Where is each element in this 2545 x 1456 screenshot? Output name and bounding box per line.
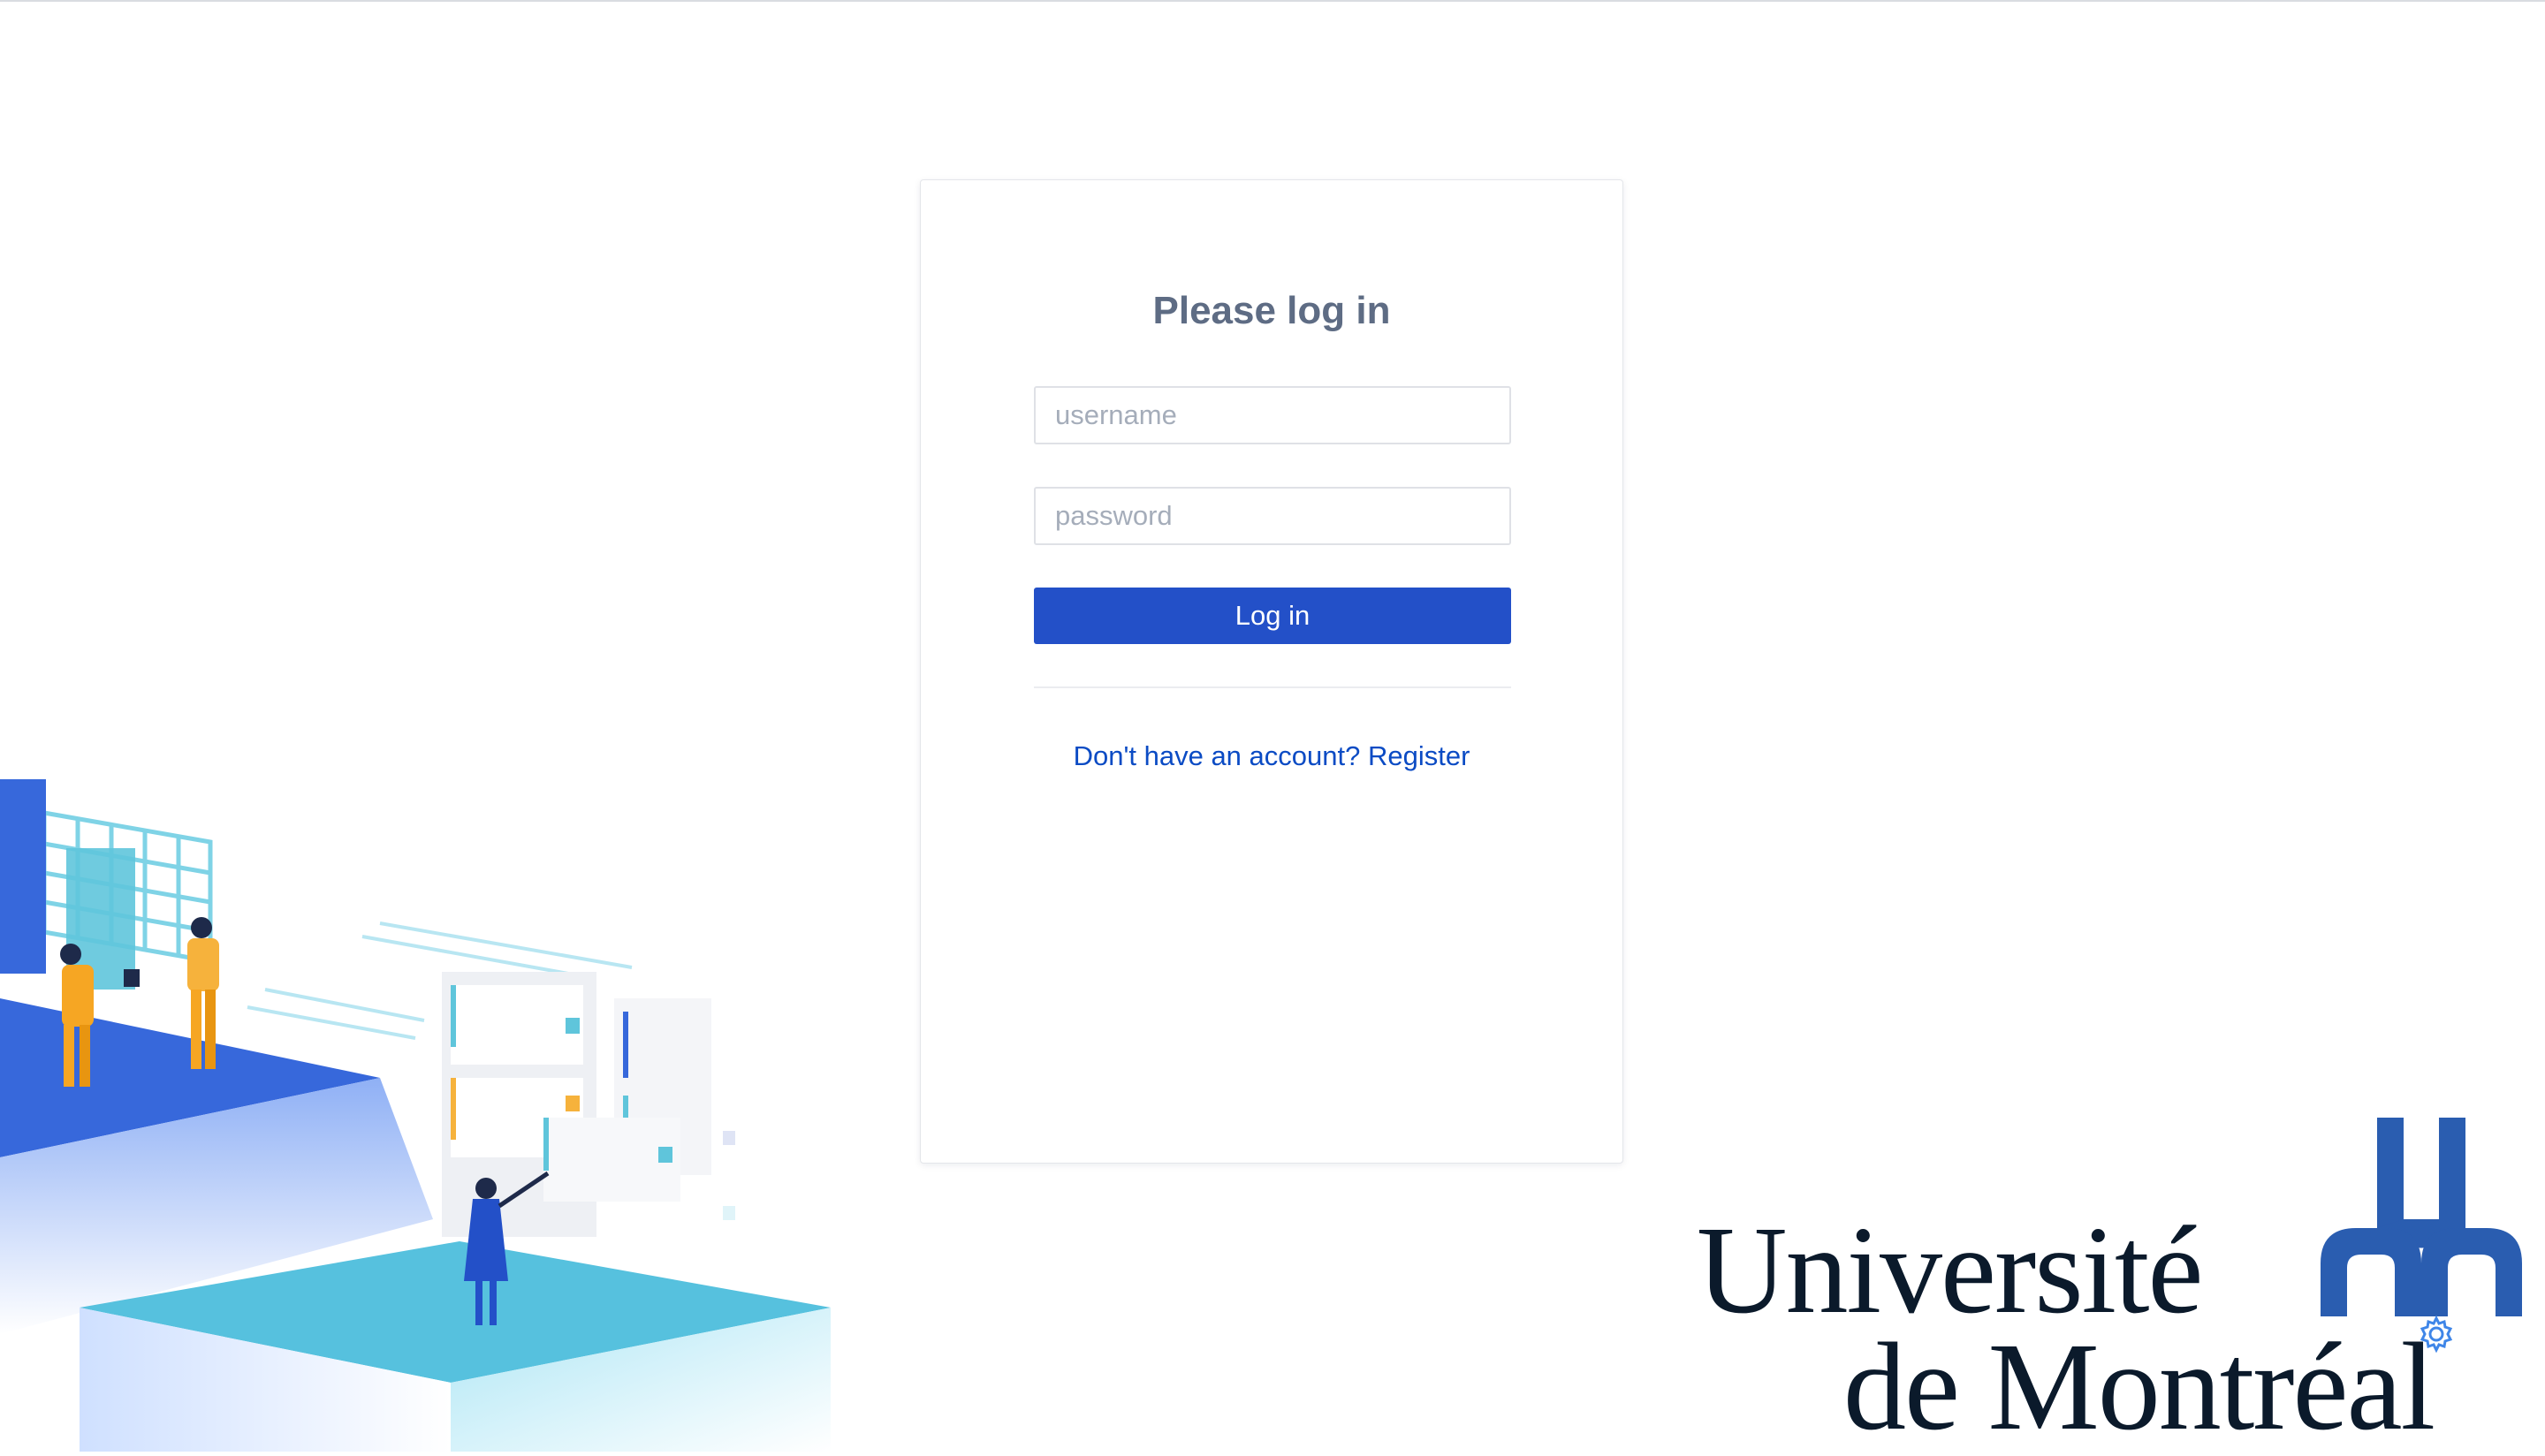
university-name-line2: de Montréal [1843,1316,2435,1456]
register-link[interactable]: Don't have an account? Register [920,740,1623,772]
gear-icon[interactable] [2417,1315,2456,1354]
username-input[interactable] [1034,386,1511,444]
team-illustration [0,779,831,1452]
top-border [0,0,2545,2]
login-button[interactable]: Log in [1034,588,1511,644]
divider [1034,686,1511,688]
password-input[interactable] [1034,487,1511,545]
page-title: Please log in [1152,289,1391,332]
